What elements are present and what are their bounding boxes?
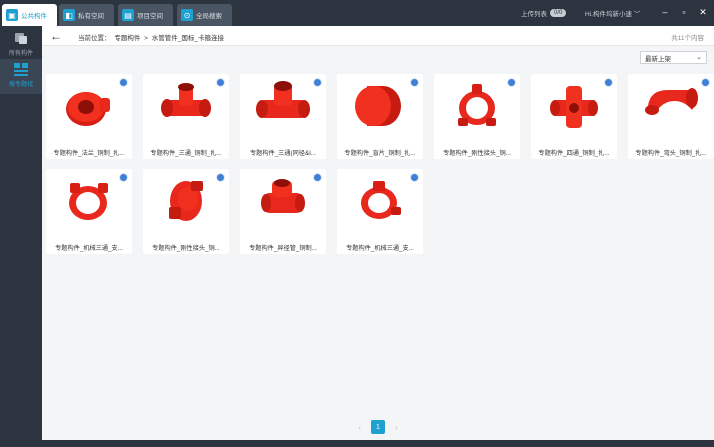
breadcrumb-prefix: 当前位置： [78,35,111,42]
tab-project-space[interactable]: ▤ 项目空间 [118,4,173,26]
breadcrumb-separator: > [144,35,148,42]
shield-badge-icon [410,173,419,182]
sidebar-item-label: 所有构件 [8,51,33,57]
sort-selected-value: 最新上架 [645,55,671,63]
breadcrumb-item-topic[interactable]: 专题构件 [114,35,140,42]
mechanical-tee-thumbnail [69,183,108,220]
breadcrumb: 当前位置： 专题构件 > 水管管件_国标_卡箍连接 [78,32,226,42]
breadcrumb-bar: ← 当前位置： 专题构件 > 水管管件_国标_卡箍连接 共11个内容 [42,26,714,46]
sidebar-item-label: 按专题找 [8,82,33,88]
sidebar: 所有构件 按专题找 [0,26,42,440]
component-card[interactable]: 专题构件_异径管_铜制... [240,169,326,254]
bottom-strip [0,440,714,447]
component-card[interactable]: 专题构件_法兰_铜制_扎... [46,74,132,159]
upload-list-label: 上传列表 [521,11,547,18]
tab-public-components[interactable]: ▣ 公共构件 [2,4,57,26]
component-card[interactable]: 专题构件_盲片_铜制_扎... [337,74,423,159]
component-name: 专题构件_异径管_铜制... [249,245,317,252]
flange-thumbnail [66,92,110,126]
close-button[interactable]: ✕ [696,5,710,19]
sidebar-item-by-topic[interactable]: 按专题找 [0,59,42,94]
elbow-thumbnail [645,88,698,115]
shield-badge-icon [216,78,225,87]
tab-global-search[interactable]: ⊙ 全局搜索 [177,4,232,26]
tab-label: 私有空间 [78,13,104,20]
rigid-coupling-thumbnail [458,84,496,126]
blind-plate-thumbnail [355,86,401,126]
prev-page-button[interactable]: ‹ [358,423,361,432]
component-card[interactable]: 专题构件_刚性接头_铜... [434,74,520,159]
shield-badge-icon [119,173,128,182]
all-components-icon [15,33,27,44]
shield-badge-icon [410,78,419,87]
public-library-icon: ▣ [6,9,18,21]
pagination: ‹ 1 › [42,420,714,434]
maximize-button[interactable]: ▫ [677,5,691,19]
project-space-icon: ▤ [122,9,134,21]
shield-badge-icon [604,78,613,87]
breadcrumb-item-current[interactable]: 水管管件_国标_卡箍连接 [152,35,224,42]
chevron-down-icon: ﹀ [633,11,641,18]
component-name: 专题构件_机械三通_支... [346,245,414,252]
tab-private-space[interactable]: ◧ 私有空间 [59,4,114,26]
tee-thumbnail [161,83,211,117]
component-name: 专题构件_三通(同径&I... [249,150,316,157]
user-greeting: Hi,构件坞新小速 [585,11,632,18]
shield-badge-icon [313,78,322,87]
shield-badge-icon [701,78,710,87]
sort-dropdown[interactable]: 最新上架 ⌄ [640,51,707,64]
shield-badge-icon [216,173,225,182]
search-icon: ⊙ [181,9,193,21]
component-grid-area: 最新上架 ⌄ 专题构件_法兰_铜制_扎... 专题构件_三通_铜制_扎... 专… [42,46,714,440]
upload-list-button[interactable]: 上传列表 0/0 [521,8,567,18]
cross-thumbnail [550,86,598,128]
component-name: 专题构件_弯头_铜制_扎... [635,150,707,157]
user-menu[interactable]: Hi,构件坞新小速 ﹀ [585,8,640,18]
component-card[interactable]: 专题构件_四通_铜制_扎... [531,74,617,159]
component-name: 专题构件_刚性接头_铜... [152,245,220,252]
tab-label: 全局搜索 [196,13,222,20]
component-card[interactable]: 专题构件_弯头_铜制_扎... [628,74,714,159]
back-arrow-icon[interactable]: ← [50,29,62,43]
chevron-down-icon: ⌄ [696,54,702,61]
component-name: 专题构件_刚性接头_铜... [443,150,511,157]
component-card[interactable]: 专题构件_三通_铜制_扎... [143,74,229,159]
next-page-button[interactable]: › [395,423,398,432]
mechanical-tee-thumbnail [361,181,401,219]
shield-badge-icon [313,173,322,182]
minimize-button[interactable]: – [658,5,672,19]
component-name: 专题构件_四通_铜制_扎... [538,150,610,157]
component-card[interactable]: 专题构件_刚性接头_铜... [143,169,229,254]
reducer-thumbnail [261,179,305,213]
component-name: 专题构件_三通_铜制_扎... [150,150,222,157]
topic-grid-icon [14,63,28,76]
tab-label: 公共构件 [21,13,47,20]
tee-thumbnail [256,81,310,118]
shield-badge-icon [119,78,128,87]
component-name: 专题构件_法兰_铜制_扎... [53,150,125,157]
component-card[interactable]: 专题构件_机械三通_支... [337,169,423,254]
rigid-coupling-thumbnail [169,181,203,221]
component-card[interactable]: 专题构件_机械三通_支... [46,169,132,254]
sidebar-item-all-components[interactable]: 所有构件 [0,28,42,63]
private-space-icon: ◧ [63,9,75,21]
total-count: 共11个内容 [671,35,704,42]
tab-label: 项目空间 [137,13,163,20]
upload-count-badge: 0/0 [550,9,567,17]
page-number-current[interactable]: 1 [371,420,385,434]
shield-badge-icon [507,78,516,87]
component-name: 专题构件_机械三通_支... [55,245,123,252]
top-bar: ▣ 公共构件 ◧ 私有空间 ▤ 项目空间 ⊙ 全局搜索 上传列表 0/0 Hi,… [0,0,714,26]
component-card[interactable]: 专题构件_三通(同径&I... [240,74,326,159]
component-name: 专题构件_盲片_铜制_扎... [344,150,416,157]
